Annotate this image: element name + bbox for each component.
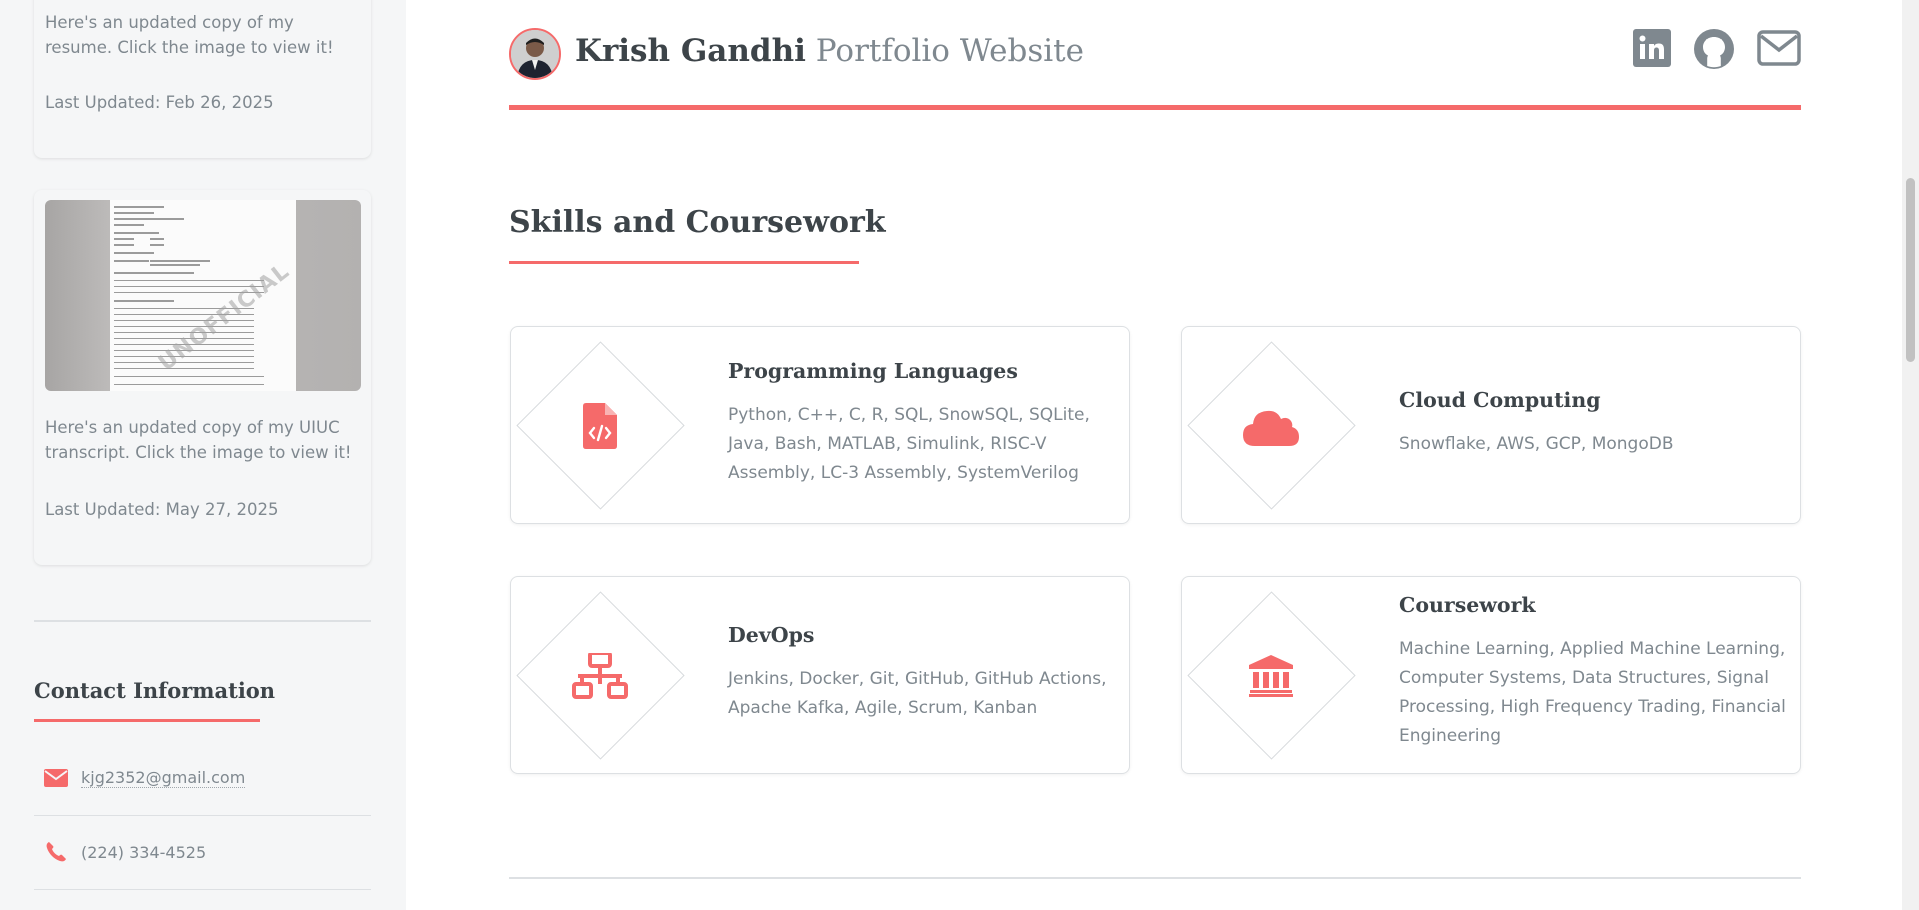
section-title-underline xyxy=(509,261,859,264)
resume-card: Here's an updated copy of my resume. Cli… xyxy=(34,0,371,158)
github-icon xyxy=(1693,28,1735,75)
email-header-link[interactable] xyxy=(1756,29,1802,71)
cloud-icon xyxy=(1238,393,1304,459)
file-code-icon xyxy=(567,393,633,459)
site-owner-name: Krish Gandhi xyxy=(575,33,806,69)
envelope-icon xyxy=(1757,29,1801,71)
resume-updated: Last Updated: Feb 26, 2025 xyxy=(45,93,274,112)
feature-description: Jenkins, Docker, Git, GitHub, GitHub Act… xyxy=(728,669,1107,718)
contact-phone: (224) 334-4525 xyxy=(34,815,371,889)
feature-description: Snowflake, AWS, GCP, MongoDB xyxy=(1399,434,1674,454)
transcript-card-text: Here's an updated copy of my UIUC transc… xyxy=(45,418,352,462)
page-title[interactable]: Krish Gandhi Portfolio Website xyxy=(575,33,1084,69)
feature-card-coursework: Coursework Machine Learning, Applied Mac… xyxy=(1181,576,1801,774)
scrollbar-track[interactable] xyxy=(1902,0,1919,910)
feature-card-programming-languages: Programming Languages Python, C++, C, R,… xyxy=(510,326,1130,524)
section-title: Skills and Coursework xyxy=(509,205,886,240)
linkedin-link[interactable] xyxy=(1632,28,1672,72)
university-icon xyxy=(1238,643,1304,709)
feature-title: DevOps xyxy=(728,623,815,647)
transcript-card: UNOFFICIAL Here's an updated copy of my … xyxy=(34,190,371,565)
transcript-thumbnail[interactable]: UNOFFICIAL xyxy=(45,200,361,391)
feature-description: Machine Learning, Applied Machine Learni… xyxy=(1399,639,1786,746)
sitemap-icon xyxy=(567,643,633,709)
site-subtitle: Portfolio Website xyxy=(815,33,1084,69)
transcript-updated: Last Updated: May 27, 2025 xyxy=(45,500,279,519)
feature-description: Python, C++, C, R, SQL, SnowSQL, SQLite,… xyxy=(728,405,1090,483)
header-divider xyxy=(509,105,1801,110)
contact-title: Contact Information xyxy=(34,678,276,703)
feature-title: Programming Languages xyxy=(728,359,1018,383)
email-link[interactable]: kjg2352@gmail.com xyxy=(81,768,246,788)
sidebar-divider xyxy=(34,620,371,622)
github-link[interactable] xyxy=(1692,28,1736,75)
feature-title: Cloud Computing xyxy=(1399,388,1601,412)
phone-icon xyxy=(39,841,73,863)
sidebar: Here's an updated copy of my resume. Cli… xyxy=(0,0,406,910)
scrollbar-thumb[interactable] xyxy=(1906,178,1915,362)
section-divider xyxy=(509,877,1801,879)
contact-separator xyxy=(34,889,371,890)
avatar xyxy=(509,28,561,80)
envelope-icon xyxy=(39,769,73,787)
phone-number: (224) 334-4525 xyxy=(81,842,207,862)
linkedin-icon xyxy=(1633,28,1671,72)
feature-card-cloud-computing: Cloud Computing Snowflake, AWS, GCP, Mon… xyxy=(1181,326,1801,524)
contact-email: kjg2352@gmail.com xyxy=(34,741,371,815)
feature-card-devops: DevOps Jenkins, Docker, Git, GitHub, Git… xyxy=(510,576,1130,774)
feature-title: Coursework xyxy=(1399,593,1536,617)
resume-card-text: Here's an updated copy of my resume. Cli… xyxy=(45,13,334,57)
contact-title-underline xyxy=(34,719,260,722)
